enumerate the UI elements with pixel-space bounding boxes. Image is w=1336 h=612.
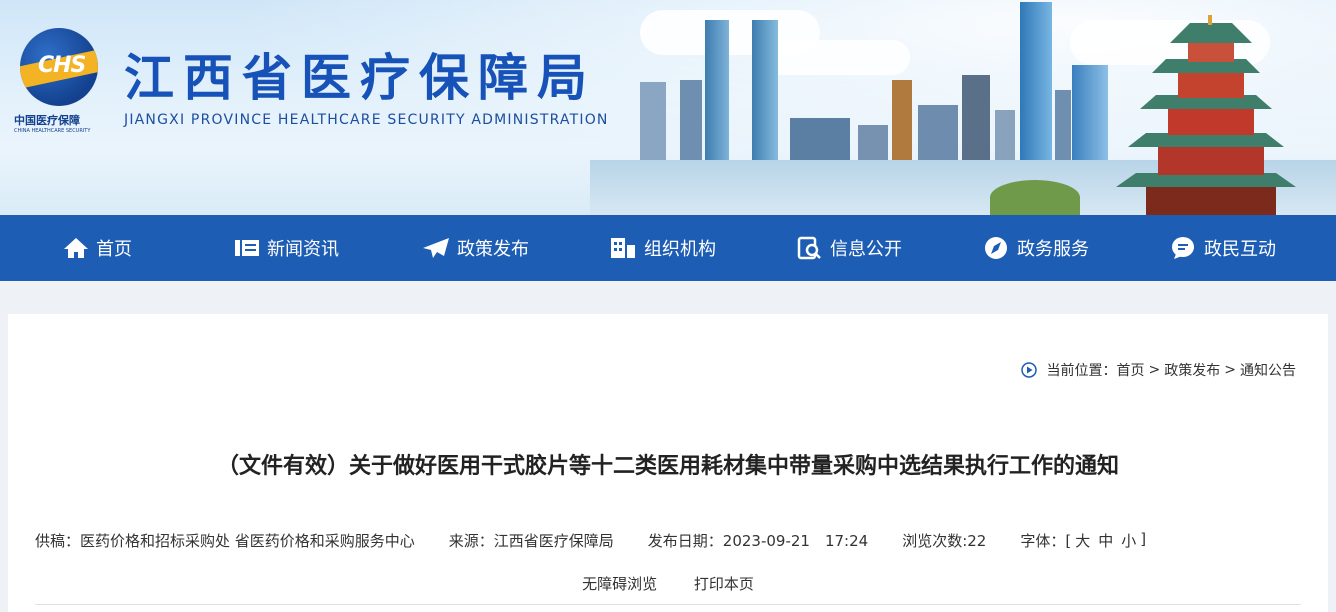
building-decoration: [995, 110, 1015, 160]
breadcrumb-link-home[interactable]: 首页: [1117, 360, 1145, 380]
meta-date: 发布日期：2023-09-21 17:24: [647, 532, 869, 550]
building-decoration: [640, 82, 666, 160]
breadcrumb: 当前位置： 首页 > 政策发布 > 通知公告: [1020, 360, 1296, 380]
tree-decoration: [990, 180, 1080, 215]
building-decoration: [858, 125, 888, 160]
font-size-bracket: ]: [1140, 530, 1147, 548]
building-decoration: [1072, 65, 1108, 160]
logo-text: CHS: [38, 53, 86, 78]
article-tools: 无障碍浏览 打印本页: [8, 573, 1328, 594]
meta-spacer: [614, 530, 648, 551]
meta-spacer: [986, 530, 1020, 551]
meta-spacer: [868, 530, 902, 551]
search-doc-icon: [797, 236, 821, 260]
article-title: （文件有效）关于做好医用干式胶片等十二类医用耗材集中带量采购中选结果执行工作的通…: [216, 454, 1119, 479]
building-decoration: [705, 20, 729, 160]
nav-item-policy[interactable]: 政策发布: [421, 215, 529, 281]
font-size-small-button[interactable]: 小: [1121, 530, 1136, 551]
location-play-icon: [1020, 362, 1037, 378]
nav-item-news[interactable]: 新闻资讯: [233, 215, 339, 281]
building-decoration: [752, 20, 778, 160]
nav-label: 政策发布: [457, 239, 529, 260]
pagoda-decoration: [1116, 15, 1296, 215]
font-size-medium-button[interactable]: 中: [1098, 530, 1113, 551]
print-page-link[interactable]: 打印本页: [694, 575, 754, 593]
nav-item-services[interactable]: 政务服务: [983, 215, 1089, 281]
nav-label: 新闻资讯: [267, 239, 339, 260]
article-meta: 供稿：医药价格和招标采购处 省医药价格和采购服务中心 来源：江西省医疗保障局 发…: [35, 530, 1146, 551]
main-nav: 首页 新闻资讯 政策发布 组织机构 信息公开 政务服务 政民互动: [0, 215, 1336, 281]
building-decoration: [1055, 90, 1071, 160]
nav-item-organization[interactable]: 组织机构: [608, 215, 716, 281]
nav-label: 首页: [96, 239, 132, 260]
cloud-decoration: [760, 40, 910, 75]
building-decoration: [790, 118, 850, 160]
breadcrumb-separator: >: [1224, 362, 1236, 378]
building-decoration: [680, 80, 702, 160]
meta-views: 浏览次数:22: [902, 532, 987, 550]
building-decoration: [892, 80, 912, 160]
building-decoration: [1020, 2, 1052, 160]
chat-icon: [1172, 237, 1194, 259]
chs-emblem: CHS: [20, 28, 98, 106]
site-logo[interactable]: CHS 中国医疗保障 CHINA HEALTHCARE SECURITY: [14, 28, 109, 134]
article-card: 当前位置： 首页 > 政策发布 > 通知公告 （文件有效）关于做好医用干式胶片等…: [8, 314, 1328, 612]
meta-source: 来源：江西省医疗保障局: [448, 532, 614, 550]
nav-label: 组织机构: [644, 239, 716, 260]
logo-cn-text: 中国医疗保障: [14, 114, 80, 127]
header-banner: CHS 中国医疗保障 CHINA HEALTHCARE SECURITY 江西省…: [0, 0, 1336, 215]
nav-label: 政务服务: [1017, 239, 1089, 260]
building-icon: [611, 238, 635, 258]
site-title-en: JIANGXI PROVINCE HEALTHCARE SECURITY ADM…: [124, 112, 609, 128]
nav-label: 政民互动: [1204, 239, 1276, 260]
compass-icon: [985, 237, 1007, 259]
meta-contributor: 供稿：医药价格和招标采购处 省医药价格和采购服务中心: [35, 532, 415, 550]
logo-en-text: CHINA HEALTHCARE SECURITY: [14, 128, 91, 134]
breadcrumb-prefix: 当前位置：: [1046, 363, 1117, 379]
meta-spacer: [415, 530, 449, 551]
building-decoration: [962, 75, 990, 160]
breadcrumb-link-notices[interactable]: 通知公告: [1240, 360, 1296, 380]
nav-item-interaction[interactable]: 政民互动: [1170, 215, 1276, 281]
accessible-browse-link[interactable]: 无障碍浏览: [582, 575, 657, 593]
site-title: 江西省医疗保障局: [124, 49, 596, 107]
font-size-large-button[interactable]: 大: [1075, 530, 1090, 551]
home-icon: [64, 238, 88, 258]
divider: [35, 604, 1301, 605]
breadcrumb-link-policy[interactable]: 政策发布: [1164, 360, 1220, 380]
nav-item-home[interactable]: 首页: [62, 215, 132, 281]
breadcrumb-separator: >: [1148, 362, 1161, 378]
nav-label: 信息公开: [830, 239, 902, 260]
news-icon: [235, 240, 259, 256]
building-decoration: [918, 105, 958, 160]
paper-plane-icon: [423, 238, 449, 258]
nav-item-disclosure[interactable]: 信息公开: [796, 215, 902, 281]
font-size-label: 字体：[: [1020, 532, 1072, 550]
